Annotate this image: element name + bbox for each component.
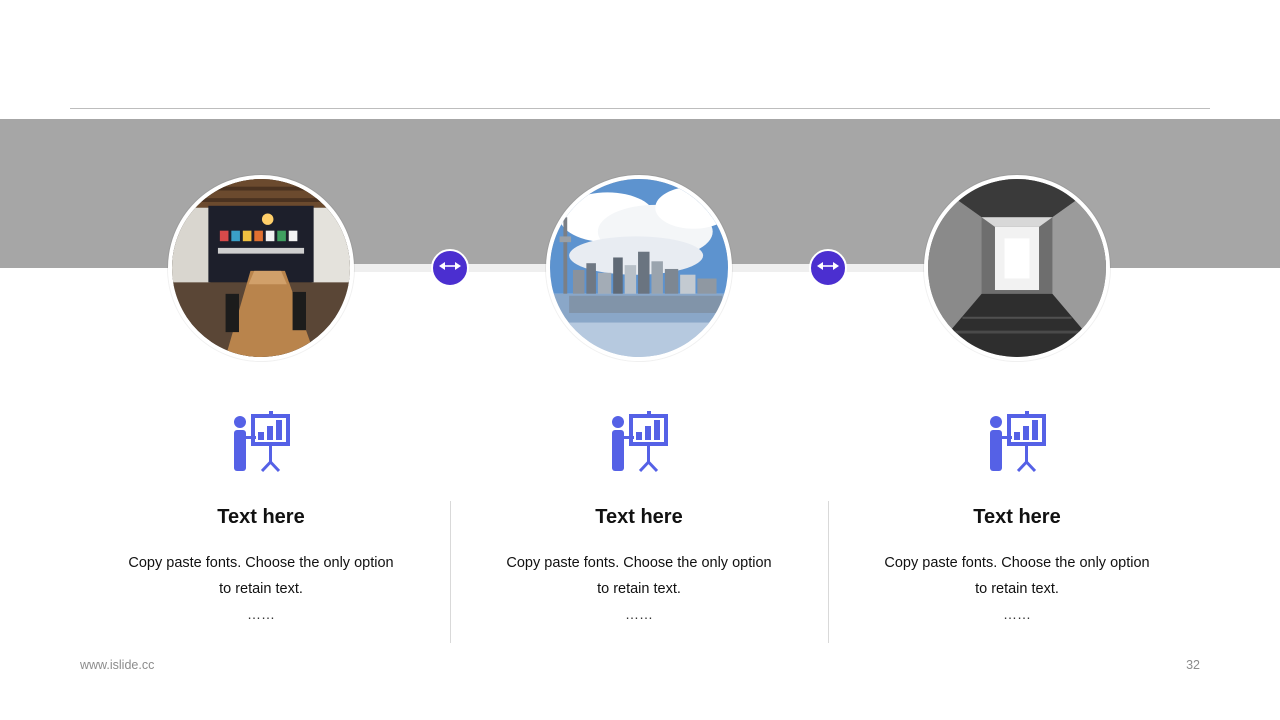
card-description-3: Copy paste fonts. Choose the only option…	[867, 550, 1167, 602]
card-description-line: Copy paste fonts. Choose the only option	[884, 555, 1150, 571]
top-divider-line	[70, 108, 1210, 109]
card-description-line: Copy paste fonts. Choose the only option	[128, 555, 394, 571]
presentation-chart-icon	[987, 410, 1047, 474]
presentation-chart-icon	[231, 410, 291, 474]
card-title-2: Text here	[595, 506, 683, 528]
card-title-1: Text here	[217, 506, 305, 528]
transition-arrow-button-1[interactable]	[431, 249, 469, 287]
meeting-room-photo	[168, 175, 354, 361]
card-description-line: to retain text.	[219, 581, 303, 597]
card-ellipsis-3: ……	[1003, 606, 1031, 622]
page-number: 32	[1186, 658, 1200, 672]
column-divider-1	[450, 501, 451, 643]
column-divider-2	[828, 501, 829, 643]
presentation-chart-icon	[609, 410, 669, 474]
card-description-line: to retain text.	[975, 581, 1059, 597]
concrete-corridor-photo	[924, 175, 1110, 361]
card-description-line: Copy paste fonts. Choose the only option	[506, 555, 772, 571]
card-ellipsis-2: ……	[625, 606, 653, 622]
city-skyline-photo	[546, 175, 732, 361]
card-description-1: Copy paste fonts. Choose the only option…	[111, 550, 411, 602]
double-arrow-icon	[816, 259, 840, 277]
transition-arrow-button-2[interactable]	[809, 249, 847, 287]
card-description-line: to retain text.	[597, 581, 681, 597]
card-description-2: Copy paste fonts. Choose the only option…	[489, 550, 789, 602]
card-ellipsis-1: ……	[247, 606, 275, 622]
double-arrow-icon	[438, 259, 462, 277]
footer-url: www.islide.cc	[80, 658, 155, 672]
card-title-3: Text here	[973, 506, 1061, 528]
